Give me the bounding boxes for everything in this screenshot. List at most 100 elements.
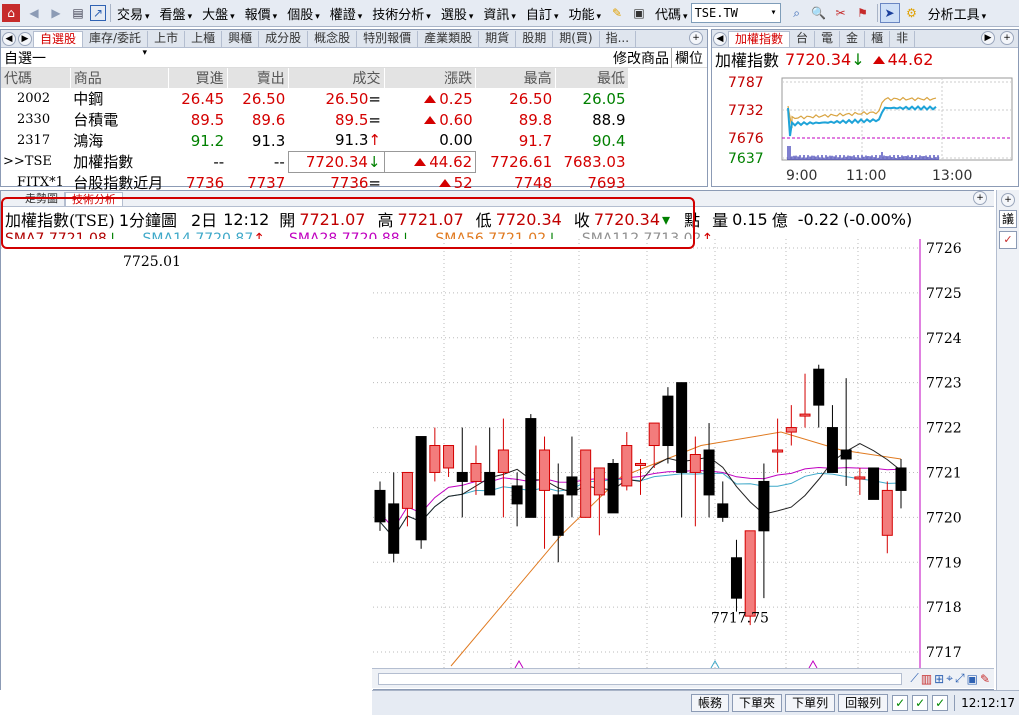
quote-tab[interactable]: 庫存/委託: [83, 31, 149, 47]
forward-icon[interactable]: ▶: [46, 3, 66, 23]
check-icon[interactable]: ✓: [892, 695, 909, 711]
tag-icon[interactable]: ⚑: [853, 3, 873, 23]
back-icon[interactable]: ◀: [24, 3, 44, 23]
quote-tab[interactable]: 特別報價: [357, 31, 419, 47]
status-button[interactable]: 帳務: [691, 694, 730, 712]
tab-next-icon[interactable]: ▶: [981, 31, 995, 45]
line-tool-icon[interactable]: ⟋: [910, 671, 918, 686]
mini-tab[interactable]: 加權指數: [728, 31, 791, 47]
print-icon[interactable]: ▤: [68, 3, 88, 23]
crosshair-tool-icon[interactable]: ⌖: [946, 671, 953, 686]
chart-scrollbar[interactable]: [378, 672, 903, 685]
mini-tab[interactable]: 台: [790, 31, 816, 47]
quote-tab[interactable]: 指...: [600, 31, 637, 47]
pencil-icon[interactable]: ✎: [607, 3, 627, 23]
quote-tab[interactable]: 上市: [148, 31, 186, 47]
zoom-in-icon[interactable]: +: [1001, 193, 1015, 207]
column-header[interactable]: 買進: [168, 68, 228, 88]
flat-mark-icon: =: [368, 89, 381, 108]
candle: [415, 436, 427, 549]
table-row[interactable]: 2317 鴻海 91.2 91.3 91.3↑ 0.00 91.7 90.4: [1, 130, 629, 151]
quote-tab[interactable]: 自選股: [33, 31, 84, 47]
column-header[interactable]: 最低: [555, 68, 630, 88]
zoom-in-icon[interactable]: +: [973, 191, 987, 205]
side-button[interactable]: 議: [999, 210, 1017, 228]
code-input[interactable]: TSE.TW: [690, 3, 781, 23]
quote-tab[interactable]: 興櫃: [222, 31, 260, 47]
column-header[interactable]: 代碼: [1, 68, 71, 88]
tools-icon[interactable]: ✂: [831, 3, 851, 23]
zoom-in-icon[interactable]: +: [1000, 31, 1014, 45]
mini-tab[interactable]: 電: [815, 31, 841, 47]
y-tick-label: 7717: [926, 645, 962, 661]
chart-tab[interactable]: 走勢圖: [19, 192, 65, 206]
menu-item[interactable]: 選股: [437, 4, 480, 23]
menu-item[interactable]: 個股: [283, 4, 326, 23]
column-header[interactable]: 成交: [288, 68, 385, 88]
quote-tab[interactable]: 期(買): [553, 31, 600, 47]
external-link-icon[interactable]: ↗: [90, 5, 106, 21]
check-icon[interactable]: ✓: [912, 695, 929, 711]
column-header[interactable]: 賣出: [227, 68, 289, 88]
mini-tab[interactable]: 非: [890, 31, 916, 47]
quote-tab[interactable]: 概念股: [308, 31, 358, 47]
menu-item[interactable]: 報價: [241, 4, 284, 23]
cell-last: 7720.34↓: [287, 150, 385, 173]
menu-item[interactable]: 交易: [113, 4, 156, 23]
grid-tool-icon[interactable]: ⊞: [934, 672, 944, 686]
quote-tab[interactable]: 上櫃: [185, 31, 223, 47]
columns-button[interactable]: 欄位: [671, 47, 703, 68]
menu-item[interactable]: 自訂: [522, 4, 565, 23]
modify-items-button[interactable]: 修改商品: [613, 48, 669, 68]
column-header[interactable]: 漲跌: [384, 68, 477, 88]
chart-tab[interactable]: 技術分析: [65, 192, 123, 206]
magnifier-icon[interactable]: 🔍: [809, 3, 829, 23]
note-icon[interactable]: ▣: [629, 3, 649, 23]
menu-item[interactable]: 大盤: [198, 4, 241, 23]
status-button[interactable]: 下單列: [785, 694, 836, 712]
table-row[interactable]: >>TSE 加權指數 -- -- 7720.34↓ 44.62 7726.61 7683.03: [1, 150, 629, 173]
mini-x-label: 11:00: [846, 168, 886, 184]
tab-next-icon[interactable]: ▶: [18, 32, 32, 46]
table-row[interactable]: 2002 中鋼 26.45 26.50 26.50= 0.25 26.50 26.05: [1, 88, 629, 109]
cell-change: 44.62: [383, 150, 477, 173]
group-select[interactable]: 自選一 ▾: [1, 48, 149, 68]
status-button[interactable]: 下單夾: [732, 694, 783, 712]
check-icon[interactable]: ✓: [999, 231, 1017, 249]
clock: 12:12:17: [961, 696, 1015, 710]
tab-prev-icon[interactable]: ◀: [713, 32, 727, 46]
cursor-icon[interactable]: ➤: [879, 3, 900, 23]
column-header[interactable]: 最高: [475, 68, 556, 88]
menu-item[interactable]: 權證: [326, 4, 369, 23]
tab-prev-icon[interactable]: ◀: [2, 32, 16, 46]
column-header[interactable]: 商品: [70, 68, 169, 88]
analysis-tools-icon[interactable]: ⚙: [902, 3, 922, 23]
menu-item[interactable]: 功能: [564, 4, 607, 23]
change-value: 44.62: [414, 153, 472, 171]
mini-tab[interactable]: 櫃: [865, 31, 891, 47]
cell-high: 89.8: [518, 110, 553, 129]
bar-tool-icon[interactable]: ▥: [921, 672, 932, 686]
home-icon[interactable]: ⌂: [2, 4, 20, 22]
cell-high: 26.50: [509, 89, 553, 108]
table-row[interactable]: 2330 台積電 89.5 89.6 89.5= 0.60 89.8 88.9: [1, 109, 629, 130]
quote-tab[interactable]: 成分股: [259, 31, 309, 47]
analysis-tools-menu[interactable]: 分析工具: [924, 4, 993, 23]
edit-tool-icon[interactable]: ✎: [980, 672, 990, 686]
candle-body: [635, 462, 646, 466]
quote-tab[interactable]: 期貨: [479, 31, 517, 47]
quote-tab[interactable]: 產業類股: [418, 31, 480, 47]
quote-tabs: ◀ ▶ 自選股 庫存/委託 上市 上櫃 興櫃 成分股 概念股 特別報價 產業類股 期貨 股期 期(買)…: [1, 30, 707, 48]
candle-body: [580, 449, 592, 518]
menu-item[interactable]: 看盤: [156, 4, 199, 23]
mini-tab[interactable]: 金: [840, 31, 866, 47]
search-chart-icon[interactable]: ⌕: [787, 3, 807, 23]
check-icon[interactable]: ✓: [932, 695, 949, 711]
quote-tab[interactable]: 股期: [516, 31, 554, 47]
status-button[interactable]: 回報列: [838, 694, 889, 712]
zoom-in-icon[interactable]: +: [689, 31, 703, 45]
menu-item[interactable]: 技術分析: [368, 4, 437, 23]
fit-tool-icon[interactable]: ▣: [967, 672, 978, 686]
zoom-tool-icon[interactable]: ⤢: [955, 671, 965, 686]
menu-item[interactable]: 資訊: [479, 4, 522, 23]
